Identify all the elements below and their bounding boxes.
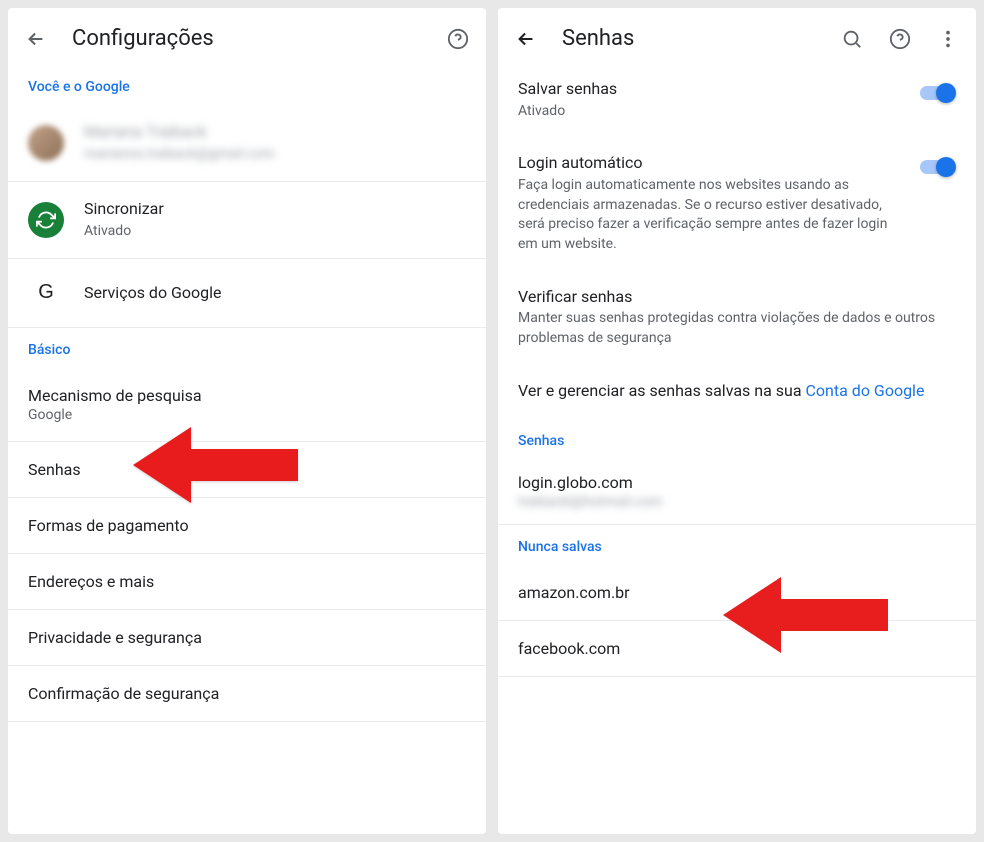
- section-basic: Básico: [8, 328, 486, 368]
- help-icon[interactable]: [888, 27, 912, 51]
- saved-user: traibackl@hotmail.com: [518, 494, 956, 510]
- addresses-row[interactable]: Endereços e mais: [8, 554, 486, 610]
- passwords-row[interactable]: Senhas: [8, 442, 486, 498]
- privacy-row[interactable]: Privacidade e segurança: [8, 610, 486, 666]
- saved-password-item[interactable]: login.globo.com traibackl@hotmail.com: [498, 459, 976, 525]
- header: Senhas: [498, 8, 976, 65]
- page-title: Senhas: [562, 26, 816, 51]
- help-icon[interactable]: [446, 27, 470, 51]
- sync-icon: [28, 202, 64, 238]
- auto-login-desc: Faça login automaticamente nos websites …: [518, 176, 908, 254]
- auto-login-title: Login automático: [518, 153, 908, 174]
- header: Configurações: [8, 8, 486, 65]
- search-engine-title: Mecanismo de pesquisa: [28, 386, 466, 405]
- account-email: marianna.traiback@gmail.com: [84, 145, 466, 165]
- save-passwords-title: Salvar senhas: [518, 79, 908, 100]
- google-services-row[interactable]: G Serviços do Google: [8, 259, 486, 328]
- never-saved-header: Nunca salvas: [498, 525, 976, 565]
- passwords-section-header: Senhas: [498, 419, 976, 459]
- more-icon[interactable]: [936, 27, 960, 51]
- never-saved-item[interactable]: amazon.com.br: [498, 565, 976, 621]
- passwords-title: Senhas: [28, 460, 466, 479]
- payment-title: Formas de pagamento: [28, 516, 466, 535]
- section-you-google: Você e o Google: [8, 65, 486, 105]
- avatar: [28, 125, 64, 161]
- security-title: Confirmação de segurança: [28, 684, 466, 703]
- check-passwords-title: Verificar senhas: [518, 287, 956, 308]
- google-account-link[interactable]: Conta do Google: [806, 381, 925, 400]
- google-icon: G: [28, 275, 64, 311]
- manage-text: Ver e gerenciar as senhas salvas na sua: [518, 381, 802, 400]
- addresses-title: Endereços e mais: [28, 572, 466, 591]
- search-engine-sub: Google: [28, 407, 466, 423]
- account-row[interactable]: Mariana Traiback marianna.traiback@gmail…: [8, 105, 486, 182]
- back-icon[interactable]: [24, 27, 48, 51]
- security-row[interactable]: Confirmação de segurança: [8, 666, 486, 722]
- manage-passwords-row[interactable]: Ver e gerenciar as senhas salvas na sua …: [498, 367, 976, 420]
- auto-login-toggle[interactable]: [920, 157, 956, 177]
- search-icon[interactable]: [840, 27, 864, 51]
- passwords-screen: Senhas Salvar senhas Ativado Login autom…: [498, 8, 976, 834]
- never-site-2: facebook.com: [518, 639, 620, 658]
- saved-site: login.globo.com: [518, 473, 956, 492]
- never-saved-item[interactable]: facebook.com: [498, 621, 976, 677]
- account-name: Mariana Traiback: [84, 121, 466, 143]
- check-passwords-row[interactable]: Verificar senhas Manter suas senhas prot…: [498, 273, 976, 367]
- sync-subtitle: Ativado: [84, 222, 466, 242]
- back-icon[interactable]: [514, 27, 538, 51]
- page-title: Configurações: [72, 26, 422, 51]
- search-engine-row[interactable]: Mecanismo de pesquisa Google: [8, 368, 486, 442]
- check-passwords-desc: Manter suas senhas protegidas contra vio…: [518, 309, 956, 348]
- sync-row[interactable]: Sincronizar Ativado: [8, 182, 486, 259]
- save-passwords-toggle[interactable]: [920, 83, 956, 103]
- save-passwords-sub: Ativado: [518, 102, 908, 122]
- sync-title: Sincronizar: [84, 198, 466, 220]
- google-services-title: Serviços do Google: [84, 282, 466, 304]
- settings-screen: Configurações Você e o Google Mariana Tr…: [8, 8, 486, 834]
- privacy-title: Privacidade e segurança: [28, 628, 466, 647]
- never-site-1: amazon.com.br: [518, 583, 630, 602]
- save-passwords-row[interactable]: Salvar senhas Ativado: [498, 65, 976, 139]
- payment-row[interactable]: Formas de pagamento: [8, 498, 486, 554]
- auto-login-row[interactable]: Login automático Faça login automaticame…: [498, 139, 976, 272]
